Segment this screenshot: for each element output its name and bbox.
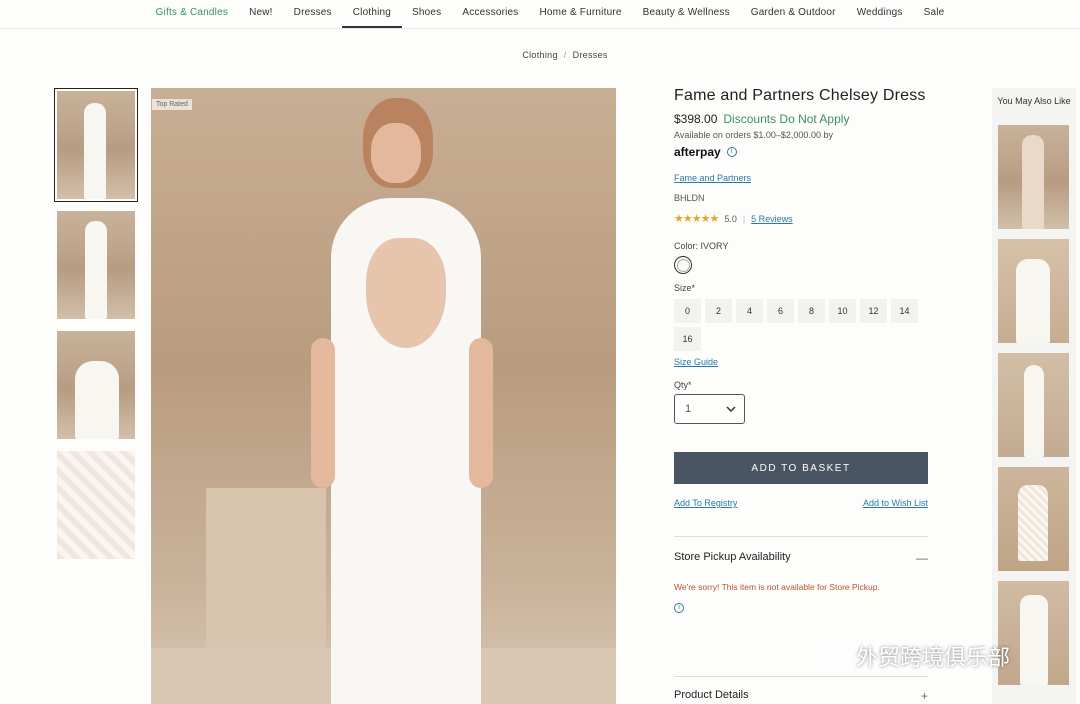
rating-row: ★★★★★ 5.0 | 5 Reviews: [674, 212, 928, 225]
info-icon[interactable]: i: [726, 147, 737, 157]
thumbnail-2[interactable]: [57, 211, 135, 319]
product-title: Fame and Partners Chelsey Dress: [674, 87, 926, 104]
star-rating-icon: ★★★★★: [674, 213, 719, 225]
collapse-icon[interactable]: —: [916, 551, 928, 565]
info-icon[interactable]: i: [674, 603, 684, 613]
size-option[interactable]: 0: [674, 299, 701, 323]
secondary-actions: Add To Registry Add to Wish List: [674, 498, 928, 508]
store-pickup-header[interactable]: Store Pickup Availability —: [674, 551, 928, 565]
add-to-registry-link[interactable]: Add To Registry: [674, 498, 737, 508]
reviews-link[interactable]: 5 Reviews: [751, 214, 793, 224]
breadcrumb: Clothing / Dresses: [0, 50, 1080, 60]
afterpay-logo: afterpay: [674, 145, 721, 159]
nav-item-clothing[interactable]: Clothing: [342, 0, 402, 28]
breadcrumb-clothing[interactable]: Clothing: [522, 50, 557, 60]
recommendation-4[interactable]: [998, 467, 1069, 571]
product-details-header[interactable]: Product Details +: [674, 689, 928, 703]
product-details-title: Product Details: [674, 689, 749, 701]
dress-figure: [1022, 135, 1044, 229]
size-option[interactable]: 14: [891, 299, 918, 323]
dress-figure: [75, 361, 119, 439]
afterpay-row: afterpay i: [674, 145, 928, 159]
size-label: Size*: [674, 283, 696, 293]
qty-label: Qty*: [674, 380, 692, 390]
product-info-panel: Fame and Partners Chelsey Dress $398.00 D…: [674, 86, 928, 614]
expand-icon[interactable]: +: [921, 689, 928, 703]
product-price: $398.00: [674, 112, 718, 126]
top-rated-badge: Top Rated: [152, 99, 192, 110]
size-option[interactable]: 12: [860, 299, 887, 323]
dress-figure: [85, 221, 107, 319]
brand-code: BHLDN: [674, 193, 705, 203]
nav-item-new[interactable]: New!: [239, 0, 284, 28]
nav-item-accessories[interactable]: Accessories: [452, 0, 529, 28]
watermark-text: 外贸跨境俱乐部: [856, 645, 1011, 670]
breadcrumb-dresses[interactable]: Dresses: [573, 50, 608, 60]
qty-select[interactable]: 1: [674, 394, 745, 424]
main-product-image: [151, 88, 616, 704]
top-navigation: Gifts & Candles New! Dresses Clothing Sh…: [0, 0, 1080, 29]
dress-figure: [1024, 365, 1044, 457]
store-pickup-title: Store Pickup Availability: [674, 551, 791, 563]
store-pickup-section: Store Pickup Availability — We're sorry!…: [674, 536, 928, 614]
price-row: $398.00 Discounts Do Not Apply: [674, 112, 928, 126]
dress-figure: [1016, 259, 1050, 343]
nav-item-garden-outdoor[interactable]: Garden & Outdoor: [740, 0, 846, 28]
size-option[interactable]: 8: [798, 299, 825, 323]
nav-item-sale[interactable]: Sale: [913, 0, 955, 28]
size-option[interactable]: 4: [736, 299, 763, 323]
availability-note: Available on orders $1.00–$2,000.00 by: [674, 130, 833, 140]
model-arm-right: [469, 338, 493, 488]
nav-item-home-furniture[interactable]: Home & Furniture: [529, 0, 632, 28]
add-to-basket-button[interactable]: ADD TO BASKET: [674, 452, 928, 484]
you-may-also-like-panel: You May Also Like: [992, 88, 1076, 704]
nav-item-dresses[interactable]: Dresses: [283, 0, 342, 28]
size-option[interactable]: 10: [829, 299, 856, 323]
chevron-down-icon: [726, 406, 736, 412]
thumbnail-4-lace-detail[interactable]: [57, 451, 135, 559]
size-options: 0 2 4 6 8 10 12 14 16: [674, 299, 924, 351]
nav-item-weddings[interactable]: Weddings: [846, 0, 913, 28]
discount-note: Discounts Do Not Apply: [723, 112, 850, 126]
store-pickup-message: We're sorry! This item is not available …: [674, 582, 880, 592]
recommendation-1[interactable]: [998, 125, 1069, 229]
size-option[interactable]: 16: [674, 327, 701, 351]
thumbnail-1[interactable]: [54, 88, 138, 202]
model-arm-left: [311, 338, 335, 488]
brand-link[interactable]: Fame and Partners: [674, 173, 928, 183]
rating-value: 5.0: [724, 213, 737, 224]
swatch-fill: [676, 258, 690, 272]
recommendation-3[interactable]: [998, 353, 1069, 457]
thumbnail-3[interactable]: [57, 331, 135, 439]
dress-figure: [1020, 595, 1048, 685]
open-back: [366, 238, 446, 348]
color-swatch-ivory[interactable]: [674, 256, 692, 274]
add-to-wishlist-link[interactable]: Add to Wish List: [863, 498, 928, 508]
nav-item-beauty-wellness[interactable]: Beauty & Wellness: [632, 0, 740, 28]
recommendations-title: You May Also Like: [997, 96, 1071, 106]
dress-figure: [1018, 485, 1048, 561]
breadcrumb-separator: /: [563, 50, 567, 60]
color-label: Color: IVORY: [674, 241, 729, 251]
qty-value: 1: [685, 403, 692, 415]
watermark: 外贸跨境俱乐部: [812, 640, 1010, 672]
wechat-icon: [813, 642, 849, 669]
product-details-section: Product Details +: [674, 676, 928, 703]
nav-item-gifts[interactable]: Gifts & Candles: [145, 0, 238, 28]
dress-figure: [84, 103, 106, 199]
size-option[interactable]: 2: [705, 299, 732, 323]
rating-separator: |: [742, 213, 746, 224]
nav-item-shoes[interactable]: Shoes: [402, 0, 452, 28]
size-guide-link[interactable]: Size Guide: [674, 357, 928, 367]
recommendation-2[interactable]: [998, 239, 1069, 343]
size-option[interactable]: 6: [767, 299, 794, 323]
model-face: [371, 123, 421, 183]
